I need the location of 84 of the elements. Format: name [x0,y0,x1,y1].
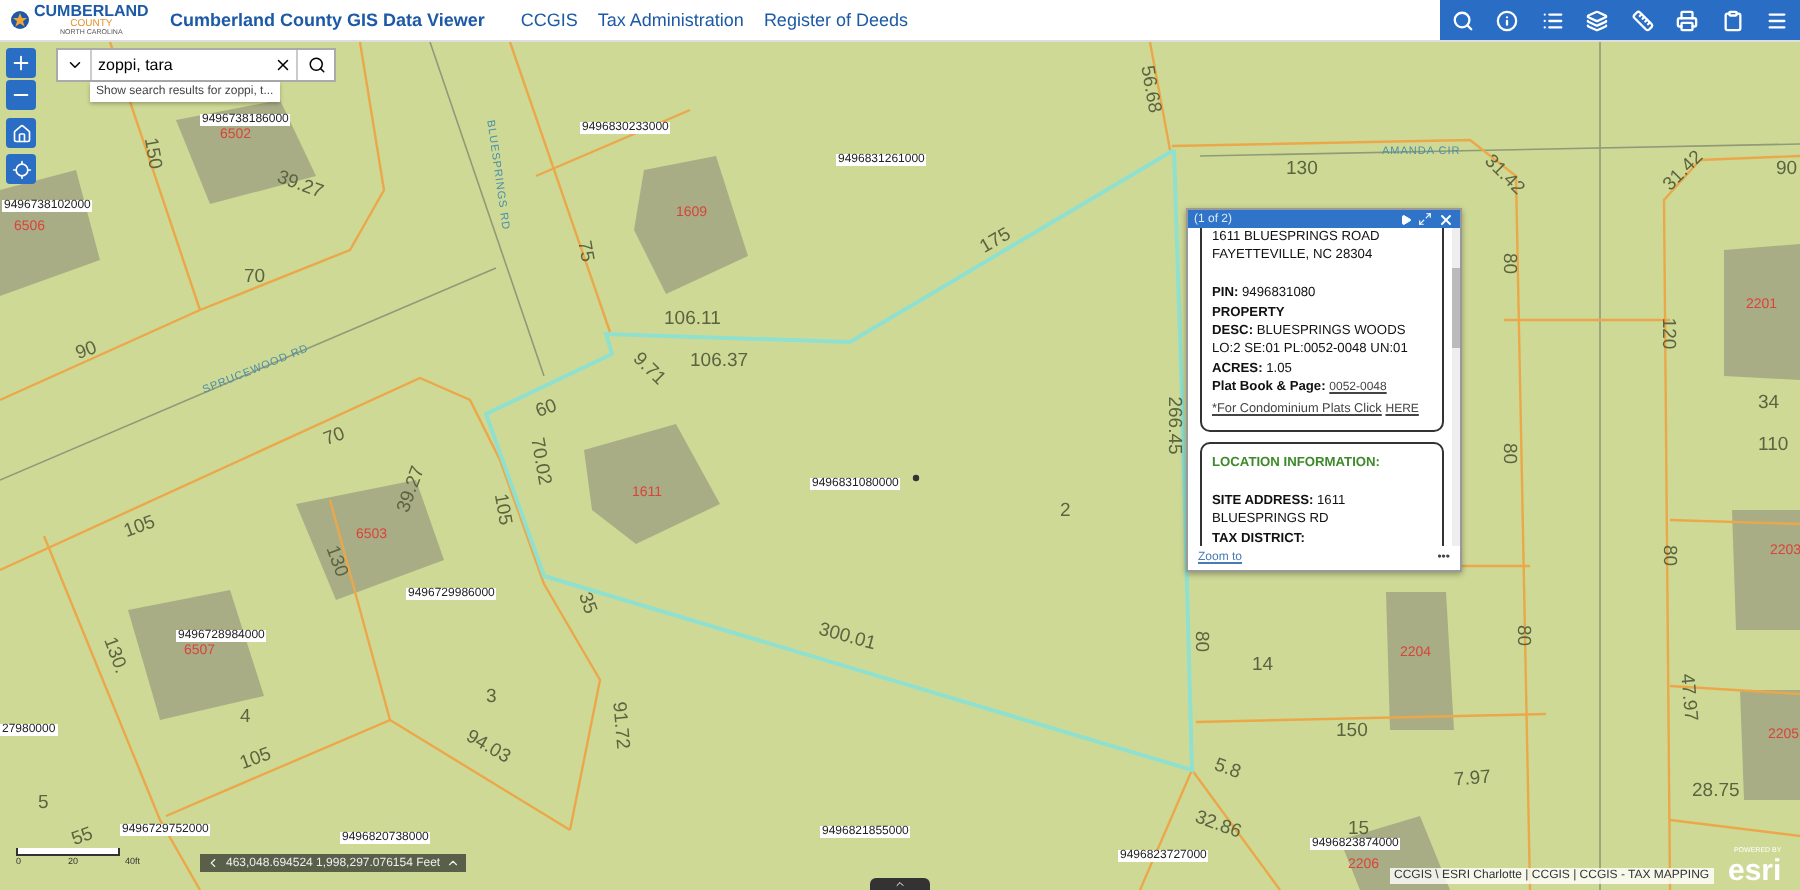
plus-icon [10,52,32,74]
parcel-dimension: 70 [244,268,266,287]
parcel-dimension: 130 [1286,160,1318,179]
parcel-dimension: 266.45 [1163,396,1183,455]
parcel-dimension: 80 [1499,252,1519,275]
locate-button[interactable] [6,154,36,184]
parcel-dimension: 175 [977,225,1015,258]
info-icon [1496,9,1519,31]
caret-icon [65,56,83,74]
parcel-dimension: 80 [1191,630,1211,653]
parcel-dimension: 34 [1758,394,1780,413]
home-button[interactable] [6,118,36,148]
app-title: Cumberland County GIS Data Viewer [170,10,485,30]
parcel-dimension: 150 [139,136,164,171]
lot-number: 15 [1348,820,1370,839]
parcel-dimension: 5.8 [1211,756,1243,783]
parcel-dimension: 105 [489,492,514,527]
header-link[interactable]: Register of Deeds [763,10,908,30]
parcel-dimension: 35 [574,590,600,617]
parcel-dimension: 90 [1776,160,1798,179]
parcel-dimension: 80 [1499,442,1519,465]
parcel-dimension: 70.02 [526,436,554,487]
parcel-dimension: 130. [99,634,130,677]
parcel-dimension: 110 [1758,436,1789,455]
parcel-dimension: 39.27 [274,168,326,203]
list-icon [1541,9,1564,31]
parcel-dimension: 94.03 [462,727,514,768]
caret-icon [894,878,906,890]
home-icon [11,123,31,143]
lot-number: 2 [1060,502,1071,521]
parcel-dimension: 120 [1658,317,1678,350]
clipboard-icon [1721,9,1744,31]
parcel-dimension: 90 [73,338,100,365]
search-icon [307,56,325,74]
star-logo-icon [10,10,30,30]
menu-icon [1766,9,1789,31]
next-icon[interactable] [1400,213,1412,225]
parcel-dimension: 105 [237,745,274,774]
collapse-icon[interactable] [206,856,220,870]
parcel-dimension: 75 [573,239,596,264]
parcel-dimension: 130 [321,543,351,580]
search-field[interactable]: zoppi, tara [56,48,336,82]
expand-icon[interactable] [446,856,461,870]
search-icon [1451,9,1474,31]
ruler-button[interactable] [1628,6,1657,34]
parcel-dimension: 55 [69,824,96,851]
parcel-dimension: 150 [1336,722,1368,741]
ruler-icon [1631,9,1654,31]
lot-number: 5 [38,794,49,813]
header-link[interactable]: CCGIS [520,10,578,30]
esri-logo: esri [1728,855,1782,885]
parcel-dimension: 91.72 [608,701,632,750]
parcel-dimension: 7.97 [1453,768,1492,791]
logo-text: CUMBERLAND [34,3,149,20]
scrollbar[interactable] [1452,228,1460,546]
locate-icon [11,159,31,179]
parcel-dimension: 47.97 [1676,673,1700,722]
layers-button[interactable] [1583,6,1612,34]
panel-handle[interactable] [870,878,930,890]
parcel-dimension: 105 [121,513,158,542]
parcel-dimension: 28.75 [1692,782,1740,801]
lot-number: 14 [1252,656,1274,675]
clear-icon [273,56,291,74]
layers-icon [1586,9,1609,31]
parcel-dimension: 60 [533,396,560,423]
lot-number: 4 [240,708,251,727]
parcel-dimension: 106.11 [664,310,721,329]
parcel-dimension: 39.27 [394,463,429,516]
printer-icon [1676,9,1699,31]
info-button[interactable] [1493,6,1522,34]
parcel-dimension: 32.86 [1192,808,1244,843]
printer-button[interactable] [1673,6,1702,34]
maximize-icon[interactable] [1418,212,1432,226]
lot-number: 3 [486,688,497,707]
parcel-dimension: 70 [321,424,348,451]
parcel-dimension: 56.68 [1136,64,1164,115]
close-icon[interactable] [1438,211,1454,227]
parcel-dimension: 80 [1513,624,1533,647]
parcel-dimension: 80 [1659,544,1679,567]
parcel-dimension: 300.01 [816,620,878,655]
zoom-out-button[interactable] [6,80,36,110]
zoom-in-button[interactable] [6,48,36,78]
header-link[interactable]: Tax Administration [597,10,744,30]
parcel-dimension: 106.37 [690,352,749,371]
